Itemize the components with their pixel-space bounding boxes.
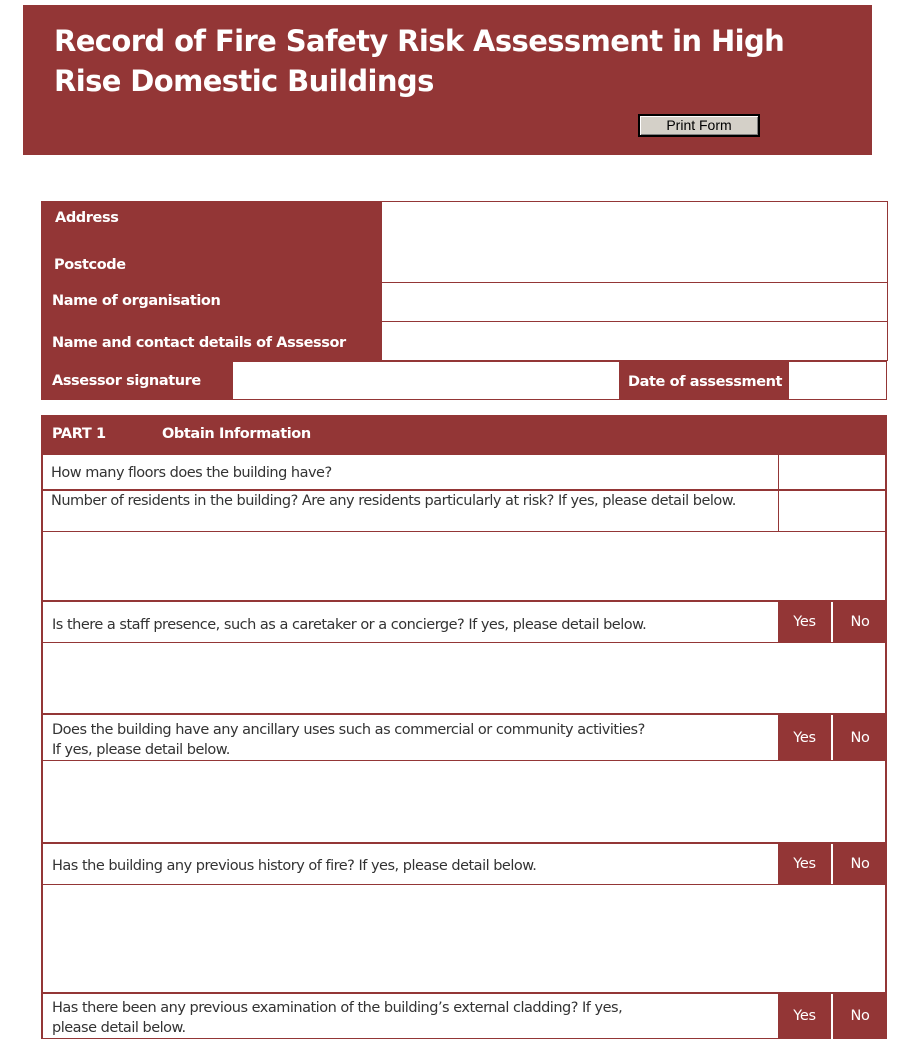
question-text: How many floors does the building have? bbox=[51, 465, 332, 481]
organisation-label: Name of organisation bbox=[52, 293, 221, 309]
yes-option[interactable]: Yes bbox=[778, 844, 831, 885]
date-label: Date of assessment bbox=[628, 374, 783, 390]
no-option[interactable]: No bbox=[833, 602, 887, 643]
yes-option[interactable]: Yes bbox=[778, 602, 831, 643]
print-form-button[interactable]: Print Form bbox=[638, 114, 760, 137]
no-option[interactable]: No bbox=[833, 715, 887, 761]
ancillary-detail-field[interactable] bbox=[41, 760, 887, 844]
question-text: Has the building any previous history of… bbox=[52, 858, 537, 874]
yes-option[interactable]: Yes bbox=[778, 715, 831, 761]
floors-answer-field[interactable] bbox=[778, 453, 887, 490]
assessor-field[interactable] bbox=[381, 321, 888, 361]
question-text: Number of residents in the building? Are… bbox=[51, 493, 736, 509]
question-text-line2: If yes, please detail below. bbox=[52, 742, 230, 758]
page-title: Record of Fire Safety Risk Assessment in… bbox=[54, 24, 785, 98]
signature-label: Assessor signature bbox=[52, 373, 201, 389]
section-title: Obtain Information bbox=[162, 426, 311, 442]
address-label: Address bbox=[55, 210, 119, 226]
question-text-line2: please detail below. bbox=[52, 1020, 186, 1036]
question-row: Number of residents in the building? Are… bbox=[41, 489, 779, 532]
part-label: PART 1 bbox=[52, 426, 106, 442]
date-field[interactable] bbox=[789, 362, 886, 400]
header-banner: Record of Fire Safety Risk Assessment in… bbox=[23, 5, 872, 155]
question-row: Has the building any previous history of… bbox=[41, 844, 779, 885]
postcode-label: Postcode bbox=[54, 257, 126, 273]
question-row: Does the building have any ancillary use… bbox=[41, 715, 779, 761]
residents-detail-field[interactable] bbox=[41, 531, 887, 602]
question-row: Is there a staff presence, such as a car… bbox=[41, 602, 779, 643]
question-text: Has there been any previous examination … bbox=[52, 1000, 623, 1016]
question-row: How many floors does the building have? bbox=[41, 453, 779, 490]
assessor-label: Name and contact details of Assessor bbox=[52, 335, 346, 351]
address-field[interactable] bbox=[381, 201, 888, 283]
staff-detail-field[interactable] bbox=[41, 642, 887, 715]
no-option[interactable]: No bbox=[833, 994, 887, 1039]
question-text: Is there a staff presence, such as a car… bbox=[52, 617, 647, 633]
yes-option[interactable]: Yes bbox=[778, 994, 831, 1039]
organisation-field[interactable] bbox=[381, 282, 888, 322]
question-row: Has there been any previous examination … bbox=[41, 994, 779, 1039]
no-option[interactable]: No bbox=[833, 844, 887, 885]
residents-answer-field[interactable] bbox=[778, 489, 887, 532]
signature-field[interactable] bbox=[233, 362, 619, 400]
question-text: Does the building have any ancillary use… bbox=[52, 722, 645, 738]
fire-history-detail-field[interactable] bbox=[41, 884, 887, 994]
